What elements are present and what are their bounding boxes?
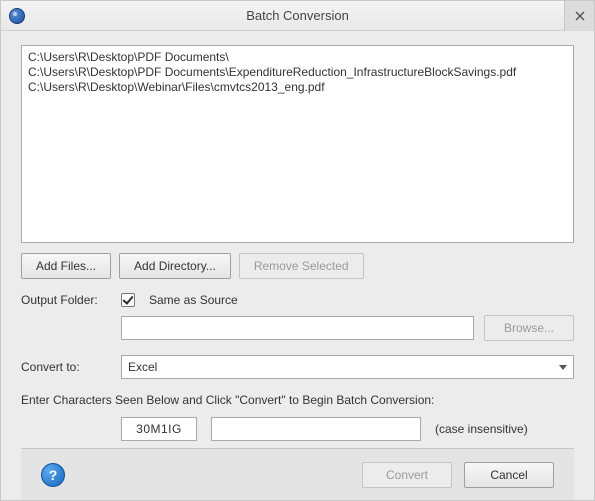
cancel-button[interactable]: Cancel (464, 462, 554, 488)
output-path-row: Browse... (21, 315, 574, 341)
captcha-instruction: Enter Characters Seen Below and Click "C… (21, 393, 574, 407)
convert-to-value: Excel (128, 360, 157, 374)
remove-selected-button: Remove Selected (239, 253, 364, 279)
convert-to-row: Convert to: Excel (21, 355, 574, 379)
output-folder-row: Output Folder: Same as Source (21, 293, 574, 307)
list-item[interactable]: C:\Users\R\Desktop\Webinar\Files\cmvtcs2… (28, 80, 567, 95)
same-as-source-checkbox[interactable] (121, 293, 135, 307)
same-as-source-label: Same as Source (149, 293, 238, 307)
captcha-row: 30M1IG (case insensitive) (121, 417, 574, 441)
captcha-display: 30M1IG (121, 417, 197, 441)
file-buttons-row: Add Files... Add Directory... Remove Sel… (21, 253, 574, 279)
close-button[interactable] (564, 1, 594, 31)
titlebar: Batch Conversion (1, 1, 594, 31)
help-button[interactable]: ? (41, 463, 65, 487)
browse-button: Browse... (484, 315, 574, 341)
output-path-input[interactable] (121, 316, 474, 340)
dialog-body: C:\Users\R\Desktop\PDF Documents\ C:\Use… (1, 31, 594, 500)
convert-to-label: Convert to: (21, 360, 111, 374)
app-icon (9, 8, 25, 24)
window-title: Batch Conversion (1, 8, 594, 23)
close-icon (575, 11, 585, 21)
captcha-input[interactable] (211, 417, 421, 441)
help-icon: ? (49, 467, 58, 483)
dialog-footer: ? Convert Cancel (21, 448, 574, 500)
output-folder-label: Output Folder: (21, 293, 111, 307)
case-insensitive-note: (case insensitive) (435, 422, 528, 436)
add-directory-button[interactable]: Add Directory... (119, 253, 231, 279)
file-list[interactable]: C:\Users\R\Desktop\PDF Documents\ C:\Use… (21, 45, 574, 243)
list-item[interactable]: C:\Users\R\Desktop\PDF Documents\ (28, 50, 567, 65)
list-item[interactable]: C:\Users\R\Desktop\PDF Documents\Expendi… (28, 65, 567, 80)
convert-button: Convert (362, 462, 452, 488)
batch-conversion-dialog: Batch Conversion C:\Users\R\Desktop\PDF … (0, 0, 595, 501)
add-files-button[interactable]: Add Files... (21, 253, 111, 279)
convert-to-select[interactable]: Excel (121, 355, 574, 379)
chevron-down-icon (559, 365, 567, 370)
